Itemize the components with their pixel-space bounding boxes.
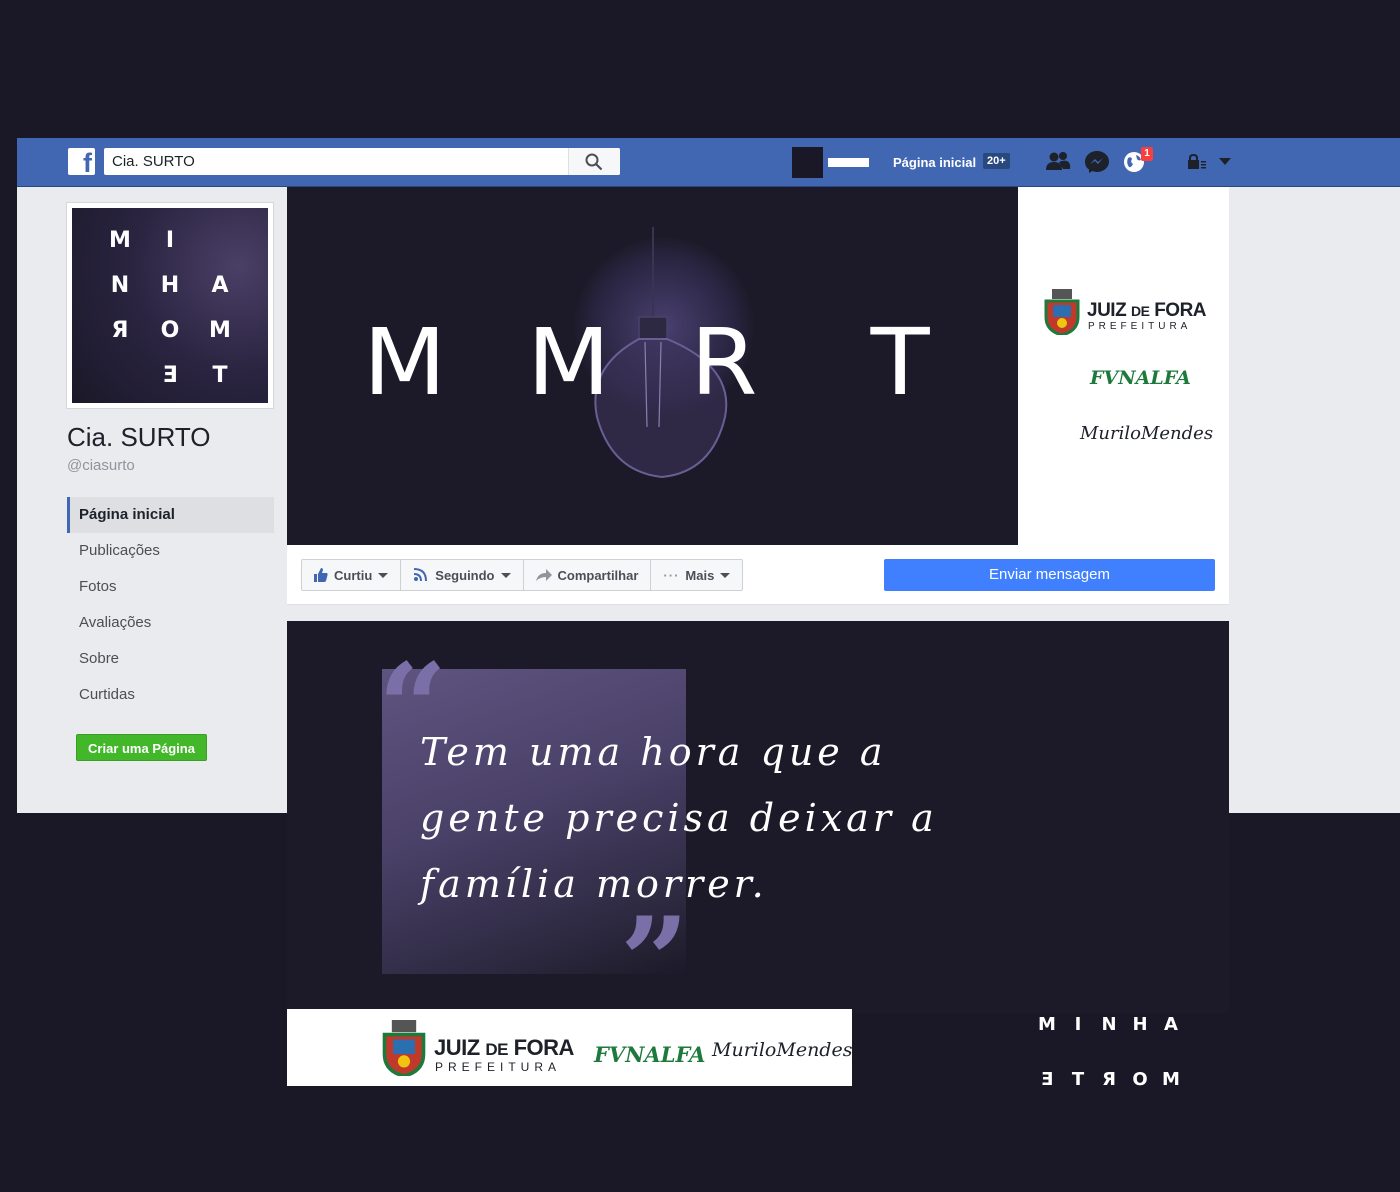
logo-letter: I	[1074, 1014, 1082, 1035]
thumbs-up-icon	[314, 568, 328, 582]
logo-letter: Я	[1102, 1069, 1116, 1090]
profile-letter: O	[160, 318, 180, 343]
cover-photo[interactable]: M M R T	[287, 187, 1018, 545]
home-count-badge: 20+	[983, 153, 1010, 169]
quote-text-line: gente precisa deixar a	[420, 796, 938, 840]
juiz-de-fora-title: JUIZ DE FORA	[434, 1035, 574, 1060]
page-handle[interactable]: @ciasurto	[67, 457, 135, 474]
profile-picture-frame[interactable]: M I N H A Я O M Ǝ T	[66, 202, 274, 409]
chevron-down-icon	[720, 572, 731, 578]
send-message-button[interactable]: Enviar mensagem	[884, 559, 1215, 591]
liked-button[interactable]: Curtiu	[302, 560, 402, 590]
cover-sponsor-panel: JUIZ DE FORA PREFEITURA FVNALFA MuriloMe…	[1018, 187, 1229, 545]
action-button-group: Curtiu Seguindo Compartilhar ··· Mais	[301, 559, 744, 591]
home-link[interactable]: Página inicial	[893, 155, 976, 170]
close-quote-mark: ”	[620, 891, 690, 1032]
account-menu-chevron-down-icon[interactable]	[1219, 158, 1231, 165]
sponsor-strip: JUIZ DE FORA PREFEITURA FVNALFA MuriloMe…	[287, 1009, 852, 1086]
privacy-lock-icon[interactable]	[1187, 154, 1207, 170]
profile-letter: H	[160, 273, 180, 298]
notification-count-badge: 1	[1141, 147, 1153, 161]
user-avatar[interactable]	[792, 147, 823, 178]
search-input[interactable]	[104, 148, 568, 175]
logo-letter: T	[1071, 1069, 1085, 1090]
sidebar-item-photos[interactable]: Fotos	[67, 569, 274, 605]
rss-follow-icon	[414, 568, 428, 582]
logo-letter: O	[1132, 1069, 1148, 1090]
page-action-bar: Curtiu Seguindo Compartilhar ··· Mais En…	[287, 545, 1229, 605]
quote-text-line: família morrer.	[420, 862, 768, 906]
sidebar-item-likes[interactable]: Curtidas	[67, 677, 274, 713]
search-box	[104, 148, 620, 175]
sidebar-item-home[interactable]: Página inicial	[67, 497, 274, 533]
juiz-de-fora-title: JUIZ DE FORA	[1087, 300, 1207, 321]
prefeitura-subtitle: PREFEITURA	[1088, 321, 1192, 332]
user-name-redacted[interactable]	[828, 158, 869, 167]
profile-letter: M	[109, 228, 131, 253]
quote-text-line: Tem uma hora que a	[420, 730, 887, 774]
share-arrow-icon	[535, 569, 552, 581]
search-button[interactable]	[568, 148, 620, 175]
logo-letter: M	[1162, 1069, 1180, 1090]
facebook-logo-icon[interactable]: f	[68, 148, 95, 177]
juiz-de-fora-crest-icon	[382, 1020, 426, 1076]
cover-letter: M	[363, 309, 447, 416]
profile-letter: M	[209, 318, 231, 343]
funalfa-logo: FVNALFA	[1090, 367, 1191, 389]
more-button[interactable]: ··· Mais	[651, 560, 742, 590]
messenger-icon[interactable]	[1084, 150, 1110, 174]
create-page-button[interactable]: Criar uma Página	[76, 734, 207, 761]
following-button[interactable]: Seguindo	[401, 560, 524, 590]
profile-letter: A	[211, 273, 229, 298]
sidebar-item-about[interactable]: Sobre	[67, 641, 274, 677]
cover-letter: R	[690, 309, 758, 416]
friend-requests-icon[interactable]	[1045, 150, 1071, 174]
logo-letter: H	[1132, 1014, 1148, 1035]
profile-letter: N	[110, 273, 130, 298]
chevron-down-icon	[378, 572, 389, 578]
prefeitura-subtitle: PREFEITURA	[435, 1060, 562, 1074]
cover-letter: M	[527, 309, 611, 416]
profile-letter: I	[165, 228, 175, 253]
sidebar-item-posts[interactable]: Publicações	[67, 533, 274, 569]
profile-picture: M I N H A Я O M Ǝ T	[72, 208, 268, 403]
chevron-down-icon	[500, 572, 511, 578]
more-dots-icon: ···	[663, 567, 680, 583]
funalfa-logo: FVNALFA	[594, 1042, 706, 1067]
sidebar-item-reviews[interactable]: Avaliações	[67, 605, 274, 641]
page-title[interactable]: Cia. SURTO	[67, 422, 211, 453]
murilo-mendes-signature: MuriloMendes	[1080, 423, 1214, 444]
logo-letter: N	[1101, 1014, 1117, 1035]
profile-letter: Ǝ	[162, 363, 178, 388]
share-button[interactable]: Compartilhar	[524, 560, 652, 590]
juiz-de-fora-crest-icon	[1044, 289, 1080, 335]
search-icon	[585, 153, 603, 171]
profile-letter: Я	[111, 318, 129, 343]
profile-letter: T	[212, 363, 228, 388]
sidebar-nav: Página inicial Publicações Fotos Avaliaç…	[67, 497, 274, 713]
cover-letter: T	[870, 309, 930, 416]
logo-letter: M	[1038, 1014, 1056, 1035]
logo-letter: Ǝ	[1040, 1069, 1054, 1090]
murilo-mendes-signature: MuriloMendes	[712, 1039, 853, 1061]
top-navigation-bar: f Página inicial 20+ 1	[17, 138, 1400, 187]
logo-letter: A	[1164, 1014, 1178, 1035]
